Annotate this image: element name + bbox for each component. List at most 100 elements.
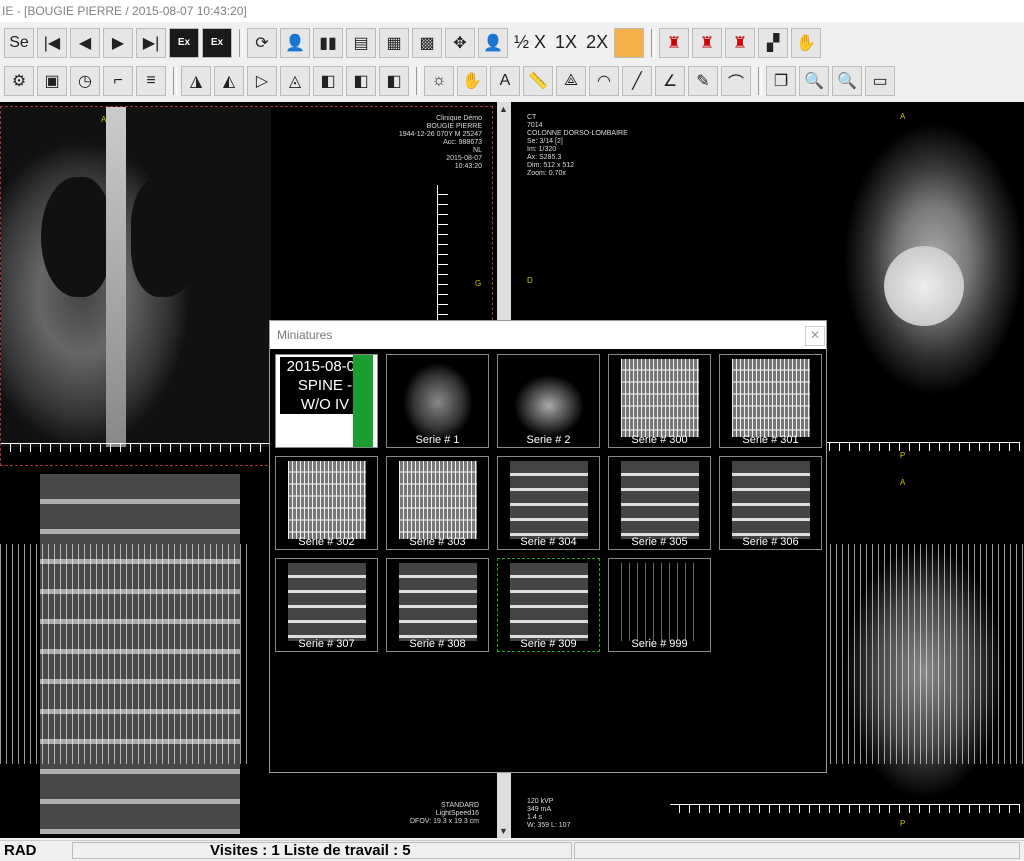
series-thumbnail[interactable]: Serie # 303 [386, 456, 489, 550]
prev-image-button[interactable]: ◀ [70, 27, 100, 58]
triangle2-button[interactable]: ◭ [214, 65, 244, 96]
cine-button[interactable]: ▣ [37, 65, 67, 96]
magnify-button[interactable]: 🔍 [799, 65, 829, 96]
line-button[interactable]: ╱ [622, 65, 652, 96]
magnify2-button[interactable]: 🔍 [832, 65, 862, 96]
hand-button[interactable]: ✋ [791, 27, 822, 58]
compass-button[interactable]: ⟁ [556, 65, 586, 96]
series-thumbnail[interactable]: Serie # 304 [497, 456, 600, 550]
series-label: Serie # 302 [298, 536, 355, 548]
scroll-down-icon[interactable]: ▼ [499, 826, 508, 836]
series-thumbnail[interactable]: Serie # 1 [386, 354, 489, 448]
scroll-up-icon[interactable]: ▲ [499, 104, 508, 114]
series-info-overlay: CT 7014 COLONNE DORSO-LOMBAIRE Se: 3/14 … [527, 114, 628, 177]
clock-button[interactable]: ◷ [70, 65, 100, 96]
ct-axial-image [824, 106, 1024, 446]
curve-button[interactable]: ⌒ [721, 65, 751, 96]
next-image-button[interactable]: ▶ [103, 27, 133, 58]
series-thumbnail[interactable]: Serie # 300 [608, 354, 711, 448]
series-label: Serie # 300 [631, 434, 688, 446]
anatomy-red-button[interactable]: ♜ [659, 27, 690, 58]
box1-button[interactable]: ◧ [313, 65, 343, 96]
layout-1x2-button[interactable]: ▮▮ [313, 27, 343, 58]
series-label: Serie # 307 [298, 638, 355, 650]
triangle4-button[interactable]: ◬ [280, 65, 310, 96]
series-button[interactable]: Se [4, 27, 34, 58]
exam-next-button[interactable]: Ex [202, 27, 232, 58]
series-label: Serie # 2 [526, 434, 571, 446]
series-preview-image [621, 563, 699, 641]
window-level-button[interactable] [614, 27, 645, 58]
triangle3-button[interactable]: ▷ [247, 65, 277, 96]
copy-button[interactable]: ❐ [766, 65, 796, 96]
main-toolbar: Se |◀ ◀ ▶ ▶| Ex Ex ⟳ 👤 ▮▮ ▤ ▦ ▩ ✥ 👤 ½ X 1X 2X ♜ ♜ ♜ ▞ ✋ [0, 25, 825, 60]
protractor-button[interactable]: ◠ [589, 65, 619, 96]
miniatures-window: Miniatures ✕ 2015-08-07 SPINE - W/O IV S… [269, 320, 827, 773]
series-thumbnail[interactable]: Serie # 309 [497, 558, 600, 652]
orientation-marker-p: P [900, 819, 906, 828]
settings-button[interactable]: ⚙ [4, 65, 34, 96]
series-label: Serie # 303 [409, 536, 466, 548]
box2-button[interactable]: ◧ [346, 65, 376, 96]
person-button[interactable]: 👤 [478, 27, 508, 58]
series-thumbnail[interactable]: Serie # 308 [386, 558, 489, 652]
orientation-marker-a: A [900, 112, 906, 121]
tools-toolbar: ⚙ ▣ ◷ ⌐ ≡ ◮ ◭ ▷ ◬ ◧ ◧ ◧ ☼ ✋ A 📏 ⟁ ◠ ╱ ∠ ✎ ⌒ ❐ 🔍 🔍 ▭ [0, 63, 898, 98]
series-label: Serie # 308 [409, 638, 466, 650]
pencil-button[interactable]: ✎ [688, 65, 718, 96]
series-preview-image [732, 359, 810, 437]
anatomy-red2-button[interactable]: ♜ [692, 27, 723, 58]
exam-prev-button[interactable]: Ex [169, 27, 199, 58]
anatomy-red3-button[interactable]: ♜ [725, 27, 756, 58]
ruler-button[interactable]: 📏 [523, 65, 553, 96]
toolbar-separator [173, 66, 177, 95]
move-button[interactable]: ✥ [445, 27, 475, 58]
sun-button[interactable]: ☼ [424, 65, 454, 96]
orientation-marker-p: P [900, 451, 906, 460]
zoom-half-button[interactable]: ½ X [511, 28, 549, 58]
study-thumbnail[interactable]: 2015-08-07 SPINE - W/O IV [275, 354, 378, 448]
lines-button[interactable]: ≡ [136, 65, 166, 96]
box3-button[interactable]: ◧ [379, 65, 409, 96]
reference-lines [824, 544, 1024, 764]
series-thumbnail[interactable]: Serie # 305 [608, 456, 711, 550]
window-title: IE - [BOUGIE PIERRE / 2015-08-07 10:43:2… [0, 0, 1024, 22]
reference-lines [0, 544, 250, 764]
series-label: Serie # 304 [520, 536, 577, 548]
series-label: Serie # 305 [631, 536, 688, 548]
stack-button[interactable]: ▞ [758, 27, 789, 58]
series-preview-image [288, 563, 366, 641]
layout-stack-button[interactable]: ▤ [346, 27, 376, 58]
angle-button[interactable]: ∠ [655, 65, 685, 96]
series-preview-image [732, 461, 810, 539]
triangle1-button[interactable]: ◮ [181, 65, 211, 96]
refresh-button[interactable]: ⟳ [247, 27, 277, 58]
text-button[interactable]: A [490, 65, 520, 96]
multi-view-button[interactable]: ▩ [412, 27, 442, 58]
zoom-2x-button[interactable]: 2X [583, 28, 611, 58]
series-label: Serie # 306 [742, 536, 799, 548]
frame-button[interactable]: ▭ [865, 65, 895, 96]
series-thumbnail[interactable]: Serie # 302 [275, 456, 378, 550]
series-preview-image [510, 563, 588, 641]
series-preview-image [621, 359, 699, 437]
series-thumbnail[interactable]: Serie # 999 [608, 558, 711, 652]
series-thumbnail[interactable]: Serie # 2 [497, 354, 600, 448]
close-icon[interactable]: ✕ [805, 326, 825, 346]
pan-button[interactable]: ✋ [457, 65, 487, 96]
series-thumbnail[interactable]: Serie # 307 [275, 558, 378, 652]
orientation-marker-d: D [527, 276, 533, 285]
acquisition-info-overlay: 120 kVP 349 mA 1.4 s W: 359 L: 107 [527, 798, 571, 829]
series-label: Serie # 999 [631, 638, 688, 650]
series-thumbnail[interactable]: Serie # 306 [719, 456, 822, 550]
crop-button[interactable]: ⌐ [103, 65, 133, 96]
first-image-button[interactable]: |◀ [37, 27, 67, 58]
grid-button[interactable]: ▦ [379, 27, 409, 58]
toolbar-separator [239, 28, 243, 57]
zoom-1x-button[interactable]: 1X [552, 28, 580, 58]
series-preview-image [510, 359, 588, 437]
last-image-button[interactable]: ▶| [136, 27, 166, 58]
chest-xray-image [1, 107, 271, 447]
patient-button[interactable]: 👤 [280, 27, 310, 58]
series-thumbnail[interactable]: Serie # 301 [719, 354, 822, 448]
